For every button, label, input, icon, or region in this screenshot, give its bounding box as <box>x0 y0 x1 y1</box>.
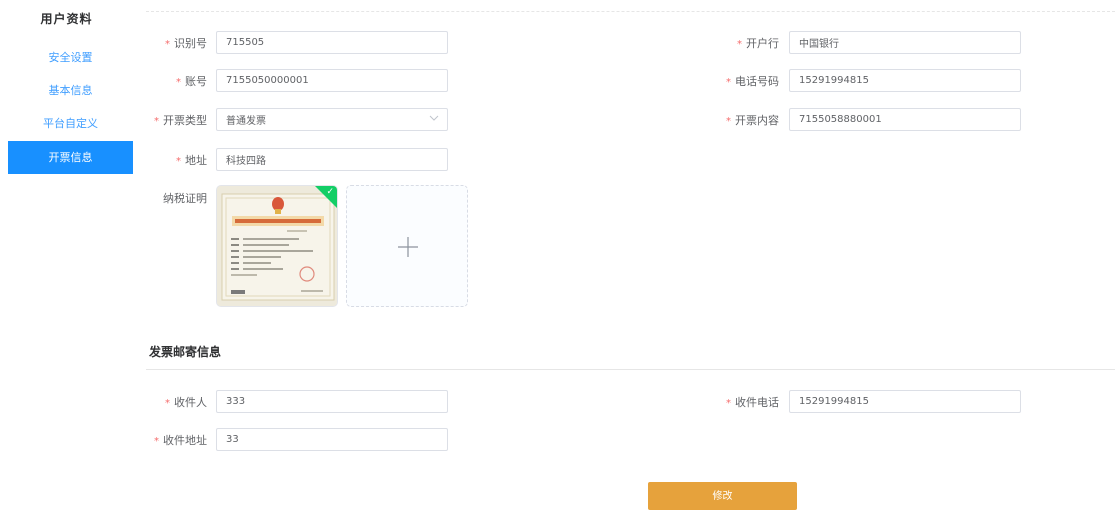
account-label: * 账号 <box>176 75 207 88</box>
tax-certificate-thumbnail[interactable]: ✓ <box>216 185 338 307</box>
recipient-address-label: * 收件地址 <box>154 434 207 447</box>
chevron-down-icon <box>429 115 439 121</box>
recipient-input[interactable] <box>216 390 448 413</box>
sidebar-item-invoice-info[interactable]: 开票信息 <box>8 141 133 174</box>
sidebar-item-security[interactable]: 安全设置 <box>8 41 133 74</box>
address-input[interactable] <box>216 148 448 171</box>
top-divider <box>146 11 1115 12</box>
tax-id-input[interactable] <box>216 31 448 54</box>
sidebar-item-platform-custom[interactable]: 平台自定义 <box>8 107 133 140</box>
invoice-content-label: * 开票内容 <box>726 114 779 127</box>
phone-label: * 电话号码 <box>726 75 779 88</box>
section-divider <box>146 369 1115 370</box>
tax-certificate-label: 纳税证明 <box>163 192 207 205</box>
bank-input[interactable] <box>789 31 1021 54</box>
invoice-type-select[interactable] <box>216 108 448 131</box>
recipient-phone-label: * 收件电话 <box>726 396 779 409</box>
sidebar-item-basic-info[interactable]: 基本信息 <box>8 74 133 107</box>
recipient-label: * 收件人 <box>165 396 207 409</box>
recipient-phone-input[interactable] <box>789 390 1021 413</box>
sidebar-title: 用户资料 <box>40 12 93 26</box>
account-input[interactable] <box>216 69 448 92</box>
address-label: * 地址 <box>176 154 207 167</box>
bank-label: * 开户行 <box>737 37 779 50</box>
invoice-type-select-value[interactable] <box>216 108 448 131</box>
phone-input[interactable] <box>789 69 1021 92</box>
check-icon: ✓ <box>326 187 334 197</box>
invoice-type-label: * 开票类型 <box>154 114 207 127</box>
recipient-address-input[interactable] <box>216 428 448 451</box>
plus-icon <box>398 237 418 257</box>
upload-add-button[interactable] <box>346 185 468 307</box>
sidebar: 用户资料 安全设置 基本信息 平台自定义 开票信息 <box>0 0 133 506</box>
tax-id-label: * 识别号 <box>165 37 207 50</box>
mailing-section-title: 发票邮寄信息 <box>149 345 222 359</box>
invoice-content-input[interactable] <box>789 108 1021 131</box>
